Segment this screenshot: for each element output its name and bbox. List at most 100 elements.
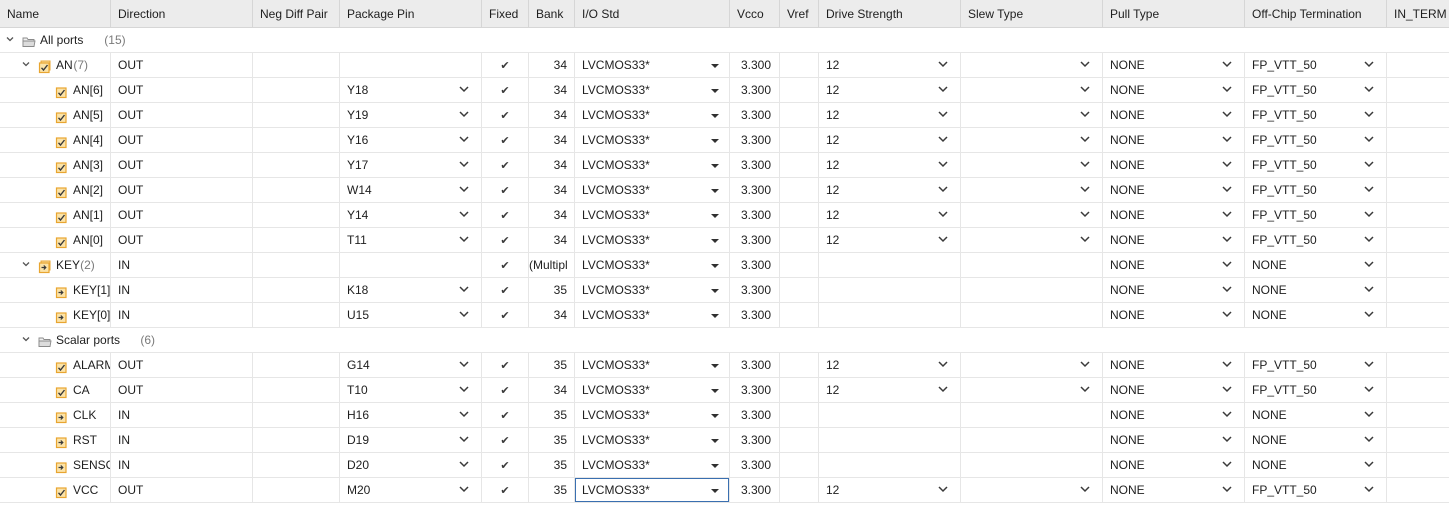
caret-down-icon[interactable]	[711, 164, 719, 168]
chevron-down-icon[interactable]	[22, 260, 30, 267]
group-row[interactable]: Scalar ports (6)	[0, 328, 1449, 353]
table-row[interactable]: RST IN D19 ✔ 35 LVCMOS33* 3.300 NONE NONE	[0, 428, 1449, 453]
off-chip-termination-select[interactable]: FP_VTT_50	[1245, 203, 1387, 227]
slew-type-select[interactable]	[961, 228, 1103, 252]
group-row[interactable]: All ports (15)	[0, 28, 1449, 53]
package-pin-select[interactable]: Y17	[340, 153, 482, 177]
fixed-check-icon[interactable]: ✔	[500, 354, 509, 377]
io-std-select[interactable]: LVCMOS33*	[575, 53, 730, 77]
pull-type-select[interactable]: NONE	[1103, 453, 1245, 477]
chevron-down-icon[interactable]	[1364, 436, 1374, 443]
chevron-down-icon[interactable]	[1222, 186, 1232, 193]
table-row[interactable]: AN[0] OUT T11 ✔ 34 LVCMOS33* 3.300 12 NONE FP_VTT…	[0, 228, 1449, 253]
fixed-check-icon[interactable]: ✔	[500, 204, 509, 227]
off-chip-termination-select[interactable]: NONE	[1245, 278, 1387, 302]
io-std-select[interactable]: LVCMOS33*	[575, 203, 730, 227]
column-header-off-chip-termination[interactable]: Off-Chip Termination	[1245, 0, 1387, 27]
chevron-down-icon[interactable]	[1364, 361, 1374, 368]
io-std-select[interactable]: LVCMOS33*	[575, 303, 730, 327]
table-row[interactable]: CLK IN H16 ✔ 35 LVCMOS33* 3.300 NONE NONE	[0, 403, 1449, 428]
chevron-down-icon[interactable]	[6, 35, 14, 42]
chevron-down-icon[interactable]	[1222, 286, 1232, 293]
fixed-check-icon[interactable]: ✔	[500, 154, 509, 177]
package-pin-select[interactable]: G14	[340, 353, 482, 377]
io-std-select[interactable]: LVCMOS33*	[575, 478, 730, 502]
io-std-select[interactable]: LVCMOS33*	[575, 153, 730, 177]
caret-down-icon[interactable]	[711, 214, 719, 218]
slew-type-select[interactable]	[961, 153, 1103, 177]
pull-type-select[interactable]: NONE	[1103, 178, 1245, 202]
fixed-check-icon[interactable]: ✔	[500, 404, 509, 427]
chevron-down-icon[interactable]	[1222, 261, 1232, 268]
table-row[interactable]: AN[4] OUT Y16 ✔ 34 LVCMOS33* 3.300 12 NONE FP_VTT…	[0, 128, 1449, 153]
off-chip-termination-select[interactable]: FP_VTT_50	[1245, 153, 1387, 177]
cell-direction[interactable]: OUT	[111, 228, 253, 252]
cell-direction[interactable]: OUT	[111, 78, 253, 102]
caret-down-icon[interactable]	[711, 64, 719, 68]
slew-type-select[interactable]	[961, 378, 1103, 402]
chevron-down-icon[interactable]	[1080, 86, 1090, 93]
caret-down-icon[interactable]	[711, 439, 719, 443]
off-chip-termination-select[interactable]: FP_VTT_50	[1245, 78, 1387, 102]
chevron-down-icon[interactable]	[938, 61, 948, 68]
io-std-select[interactable]: LVCMOS33*	[575, 403, 730, 427]
chevron-down-icon[interactable]	[1364, 311, 1374, 318]
chevron-down-icon[interactable]	[1222, 136, 1232, 143]
drive-strength-select[interactable]: 12	[819, 203, 961, 227]
chevron-down-icon[interactable]	[1364, 61, 1374, 68]
pull-type-select[interactable]: NONE	[1103, 53, 1245, 77]
column-header-direction[interactable]: Direction	[111, 0, 253, 27]
chevron-down-icon[interactable]	[1364, 86, 1374, 93]
chevron-down-icon[interactable]	[459, 411, 469, 418]
caret-down-icon[interactable]	[711, 414, 719, 418]
drive-strength-select[interactable]: 12	[819, 478, 961, 502]
package-pin-select[interactable]: Y19	[340, 103, 482, 127]
chevron-down-icon[interactable]	[1222, 161, 1232, 168]
caret-down-icon[interactable]	[711, 114, 719, 118]
fixed-check-icon[interactable]: ✔	[500, 129, 509, 152]
chevron-down-icon[interactable]	[938, 186, 948, 193]
io-std-select[interactable]: LVCMOS33*	[575, 378, 730, 402]
table-row[interactable]: AN[3] OUT Y17 ✔ 34 LVCMOS33* 3.300 12 NONE FP_VTT…	[0, 153, 1449, 178]
io-std-select[interactable]: LVCMOS33*	[575, 353, 730, 377]
chevron-down-icon[interactable]	[1364, 211, 1374, 218]
pull-type-select[interactable]: NONE	[1103, 353, 1245, 377]
package-pin-select[interactable]: M20	[340, 478, 482, 502]
chevron-down-icon[interactable]	[1364, 486, 1374, 493]
slew-type-select[interactable]	[961, 178, 1103, 202]
fixed-check-icon[interactable]: ✔	[500, 79, 509, 102]
fixed-check-icon[interactable]: ✔	[500, 254, 509, 277]
caret-down-icon[interactable]	[711, 289, 719, 293]
package-pin-select[interactable]: D19	[340, 428, 482, 452]
off-chip-termination-select[interactable]: NONE	[1245, 403, 1387, 427]
pull-type-select[interactable]: NONE	[1103, 153, 1245, 177]
cell-direction[interactable]: OUT	[111, 153, 253, 177]
off-chip-termination-select[interactable]: NONE	[1245, 253, 1387, 277]
io-std-select[interactable]: LVCMOS33*	[575, 103, 730, 127]
io-std-select[interactable]: LVCMOS33*	[575, 128, 730, 152]
cell-direction[interactable]: OUT	[111, 478, 253, 502]
chevron-down-icon[interactable]	[1364, 161, 1374, 168]
package-pin-select[interactable]: T10	[340, 378, 482, 402]
drive-strength-select[interactable]: 12	[819, 153, 961, 177]
slew-type-select[interactable]	[961, 128, 1103, 152]
package-pin-select[interactable]: Y18	[340, 78, 482, 102]
chevron-down-icon[interactable]	[459, 236, 469, 243]
drive-strength-select[interactable]: 12	[819, 228, 961, 252]
pull-type-select[interactable]: NONE	[1103, 253, 1245, 277]
chevron-down-icon[interactable]	[1222, 461, 1232, 468]
table-row[interactable]: KEY[0] IN U15 ✔ 34 LVCMOS33* 3.300 NONE NONE	[0, 303, 1449, 328]
table-row[interactable]: AN[5] OUT Y19 ✔ 34 LVCMOS33* 3.300 12 NONE FP_VTT…	[0, 103, 1449, 128]
table-row[interactable]: KEY[1] IN K18 ✔ 35 LVCMOS33* 3.300 NONE NONE	[0, 278, 1449, 303]
chevron-down-icon[interactable]	[1080, 161, 1090, 168]
cell-direction[interactable]: IN	[111, 253, 253, 277]
pull-type-select[interactable]: NONE	[1103, 203, 1245, 227]
column-header-io-std[interactable]: I/O Std	[575, 0, 730, 27]
slew-type-select[interactable]	[961, 103, 1103, 127]
chevron-down-icon[interactable]	[1222, 236, 1232, 243]
table-row[interactable]: ALARM OUT G14 ✔ 35 LVCMOS33* 3.300 12 NONE FP_VTT…	[0, 353, 1449, 378]
off-chip-termination-select[interactable]: FP_VTT_50	[1245, 103, 1387, 127]
chevron-down-icon[interactable]	[1222, 411, 1232, 418]
package-pin-select[interactable]: Y14	[340, 203, 482, 227]
off-chip-termination-select[interactable]: FP_VTT_50	[1245, 478, 1387, 502]
